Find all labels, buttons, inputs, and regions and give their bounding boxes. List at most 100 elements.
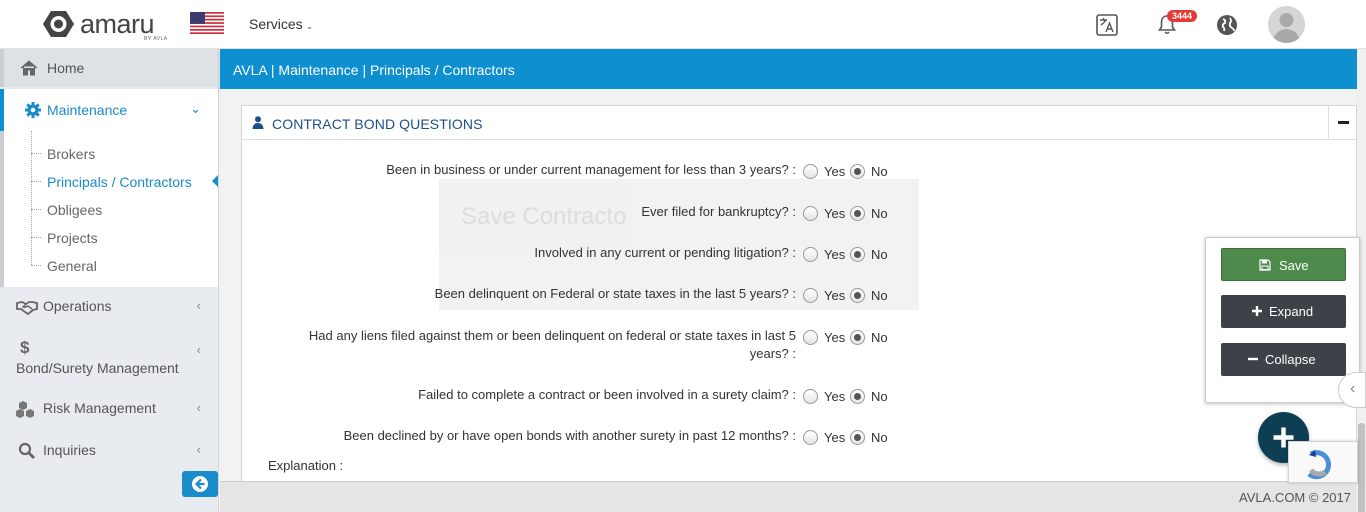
brand-name: amaru — [80, 9, 155, 39]
save-label: Save — [1279, 258, 1309, 273]
collapse-label: Collapse — [1265, 352, 1316, 367]
gear-icon — [25, 102, 41, 118]
sidebar-item-risk[interactable]: Risk Management ‹ — [0, 389, 218, 429]
sidebar-item-inquiries[interactable]: Inquiries ‹ — [0, 431, 218, 471]
expand-button[interactable]: Expand — [1221, 295, 1346, 328]
radio-yes[interactable] — [803, 288, 818, 303]
notification-badge: 3444 — [1167, 10, 1198, 22]
question-radio-group: Yes No — [803, 329, 903, 347]
radio-no[interactable] — [850, 206, 865, 221]
tree-tick — [31, 153, 41, 154]
radio-yes-label: Yes — [824, 389, 846, 404]
radio-yes-label: Yes — [824, 206, 846, 221]
chevron-left-icon: ‹ — [196, 298, 201, 313]
radio-no[interactable] — [850, 430, 865, 445]
tree-line — [31, 131, 32, 265]
radio-no-label: No — [871, 430, 888, 445]
sidebar: Home Maintenance ⌄ Brokers Principals / … — [0, 49, 219, 512]
radio-no[interactable] — [850, 164, 865, 179]
search-icon — [18, 442, 35, 459]
us-flag-icon[interactable] — [190, 12, 224, 34]
floating-action-panel: Save Expand Collapse — [1205, 237, 1360, 403]
collapse-button[interactable]: Collapse — [1221, 343, 1346, 376]
radio-no[interactable] — [850, 389, 865, 404]
sidebar-item-label: Inquiries — [43, 442, 96, 458]
globe-icon[interactable] — [1215, 13, 1239, 37]
minus-icon — [1248, 357, 1258, 361]
services-menu[interactable]: Services ⌄ — [249, 16, 313, 32]
radio-no-label: No — [871, 330, 888, 345]
home-icon — [20, 60, 38, 76]
sidebar-item-maintenance[interactable]: Maintenance ⌄ — [0, 89, 218, 131]
chevron-down-icon: ⌄ — [190, 101, 201, 116]
scrollbar-thumb[interactable] — [1358, 423, 1365, 512]
handshake-icon — [16, 301, 38, 316]
recaptcha-icon — [1307, 450, 1331, 480]
recaptcha-badge[interactable] — [1288, 441, 1358, 483]
panel-side-tab[interactable]: ‹ — [1338, 372, 1366, 408]
radio-yes-label: Yes — [824, 247, 846, 262]
submenu-item-obligees[interactable]: Obligees — [47, 202, 102, 218]
question-label: Been delinquent on Federal or state taxe… — [434, 286, 796, 301]
explanation-label: Explanation : — [268, 458, 344, 473]
question-radio-group: Yes No — [803, 163, 903, 181]
radio-yes-label: Yes — [824, 164, 846, 179]
expand-label: Expand — [1269, 304, 1314, 319]
sidebar-item-operations[interactable]: Operations ‹ — [0, 287, 218, 327]
plus-icon — [1252, 306, 1262, 316]
submenu-item-projects[interactable]: Projects — [47, 230, 98, 246]
sidebar-collapse-button[interactable] — [182, 471, 218, 497]
radio-no[interactable] — [850, 288, 865, 303]
chevron-left-icon: ‹ — [196, 342, 201, 357]
radio-yes-label: Yes — [824, 430, 846, 445]
services-label: Services — [249, 16, 303, 32]
contract-bond-questions-panel: CONTRACT BOND QUESTIONS Save Contracto B… — [241, 105, 1357, 481]
submenu-item-principals-contractors[interactable]: Principals / Contractors — [47, 174, 192, 190]
logo-mark-icon — [43, 11, 74, 37]
breadcrumb: AVLA | Maintenance | Principals / Contra… — [220, 49, 1357, 89]
main-content: CONTRACT BOND QUESTIONS Save Contracto B… — [220, 89, 1357, 481]
sidebar-item-label: Home — [47, 60, 85, 76]
tree-tick — [31, 209, 41, 210]
radio-yes-label: Yes — [824, 330, 846, 345]
chevron-left-icon: ‹ — [196, 400, 201, 415]
question-radio-group: Yes No — [803, 246, 903, 264]
sidebar-item-home[interactable]: Home — [0, 49, 218, 87]
tree-tick — [31, 181, 41, 182]
translate-icon[interactable] — [1095, 13, 1119, 37]
sidebar-item-label: Operations — [43, 298, 112, 314]
radio-yes[interactable] — [803, 247, 818, 262]
user-avatar-icon — [1268, 6, 1305, 43]
tree-tick — [31, 265, 41, 266]
question-radio-group: Yes No — [803, 205, 903, 223]
radio-yes[interactable] — [803, 164, 818, 179]
submenu-item-general[interactable]: General — [47, 258, 97, 274]
sidebar-item-label: Bond/Surety Management — [16, 360, 179, 376]
sidebar-item-label: Risk Management — [43, 400, 156, 416]
radio-yes[interactable] — [803, 430, 818, 445]
cubes-icon — [16, 401, 34, 418]
panel-collapse-toggle[interactable] — [1328, 106, 1357, 139]
question-label: Been declined by or have open bonds with… — [343, 428, 796, 443]
radio-no-label: No — [871, 206, 888, 221]
save-button[interactable]: Save — [1221, 248, 1346, 281]
chevron-left-icon: ‹ — [1350, 380, 1356, 397]
radio-yes[interactable] — [803, 389, 818, 404]
sidebar-item-bond-surety[interactable]: $ Bond/Surety Management ‹ — [0, 334, 218, 384]
question-radio-group: Yes No — [803, 287, 903, 305]
question-radio-group: Yes No — [803, 388, 903, 406]
active-caret-icon — [212, 175, 218, 187]
footer-copyright: AVLA.COM © 2017 — [1239, 490, 1351, 505]
footer: AVLA.COM © 2017 — [220, 481, 1357, 512]
radio-no[interactable] — [850, 330, 865, 345]
arrow-circle-left-icon — [192, 476, 208, 492]
radio-yes[interactable] — [803, 206, 818, 221]
brand-logo[interactable]: amaru BY AVLA — [42, 8, 174, 42]
question-label: Ever filed for bankruptcy? : — [641, 204, 796, 219]
avatar[interactable] — [1268, 6, 1305, 43]
chevron-down-icon: ⌄ — [305, 21, 314, 31]
submenu-item-brokers[interactable]: Brokers — [47, 146, 95, 162]
radio-no[interactable] — [850, 247, 865, 262]
radio-yes[interactable] — [803, 330, 818, 345]
question-label: Had any liens filed against them or been… — [308, 328, 796, 361]
